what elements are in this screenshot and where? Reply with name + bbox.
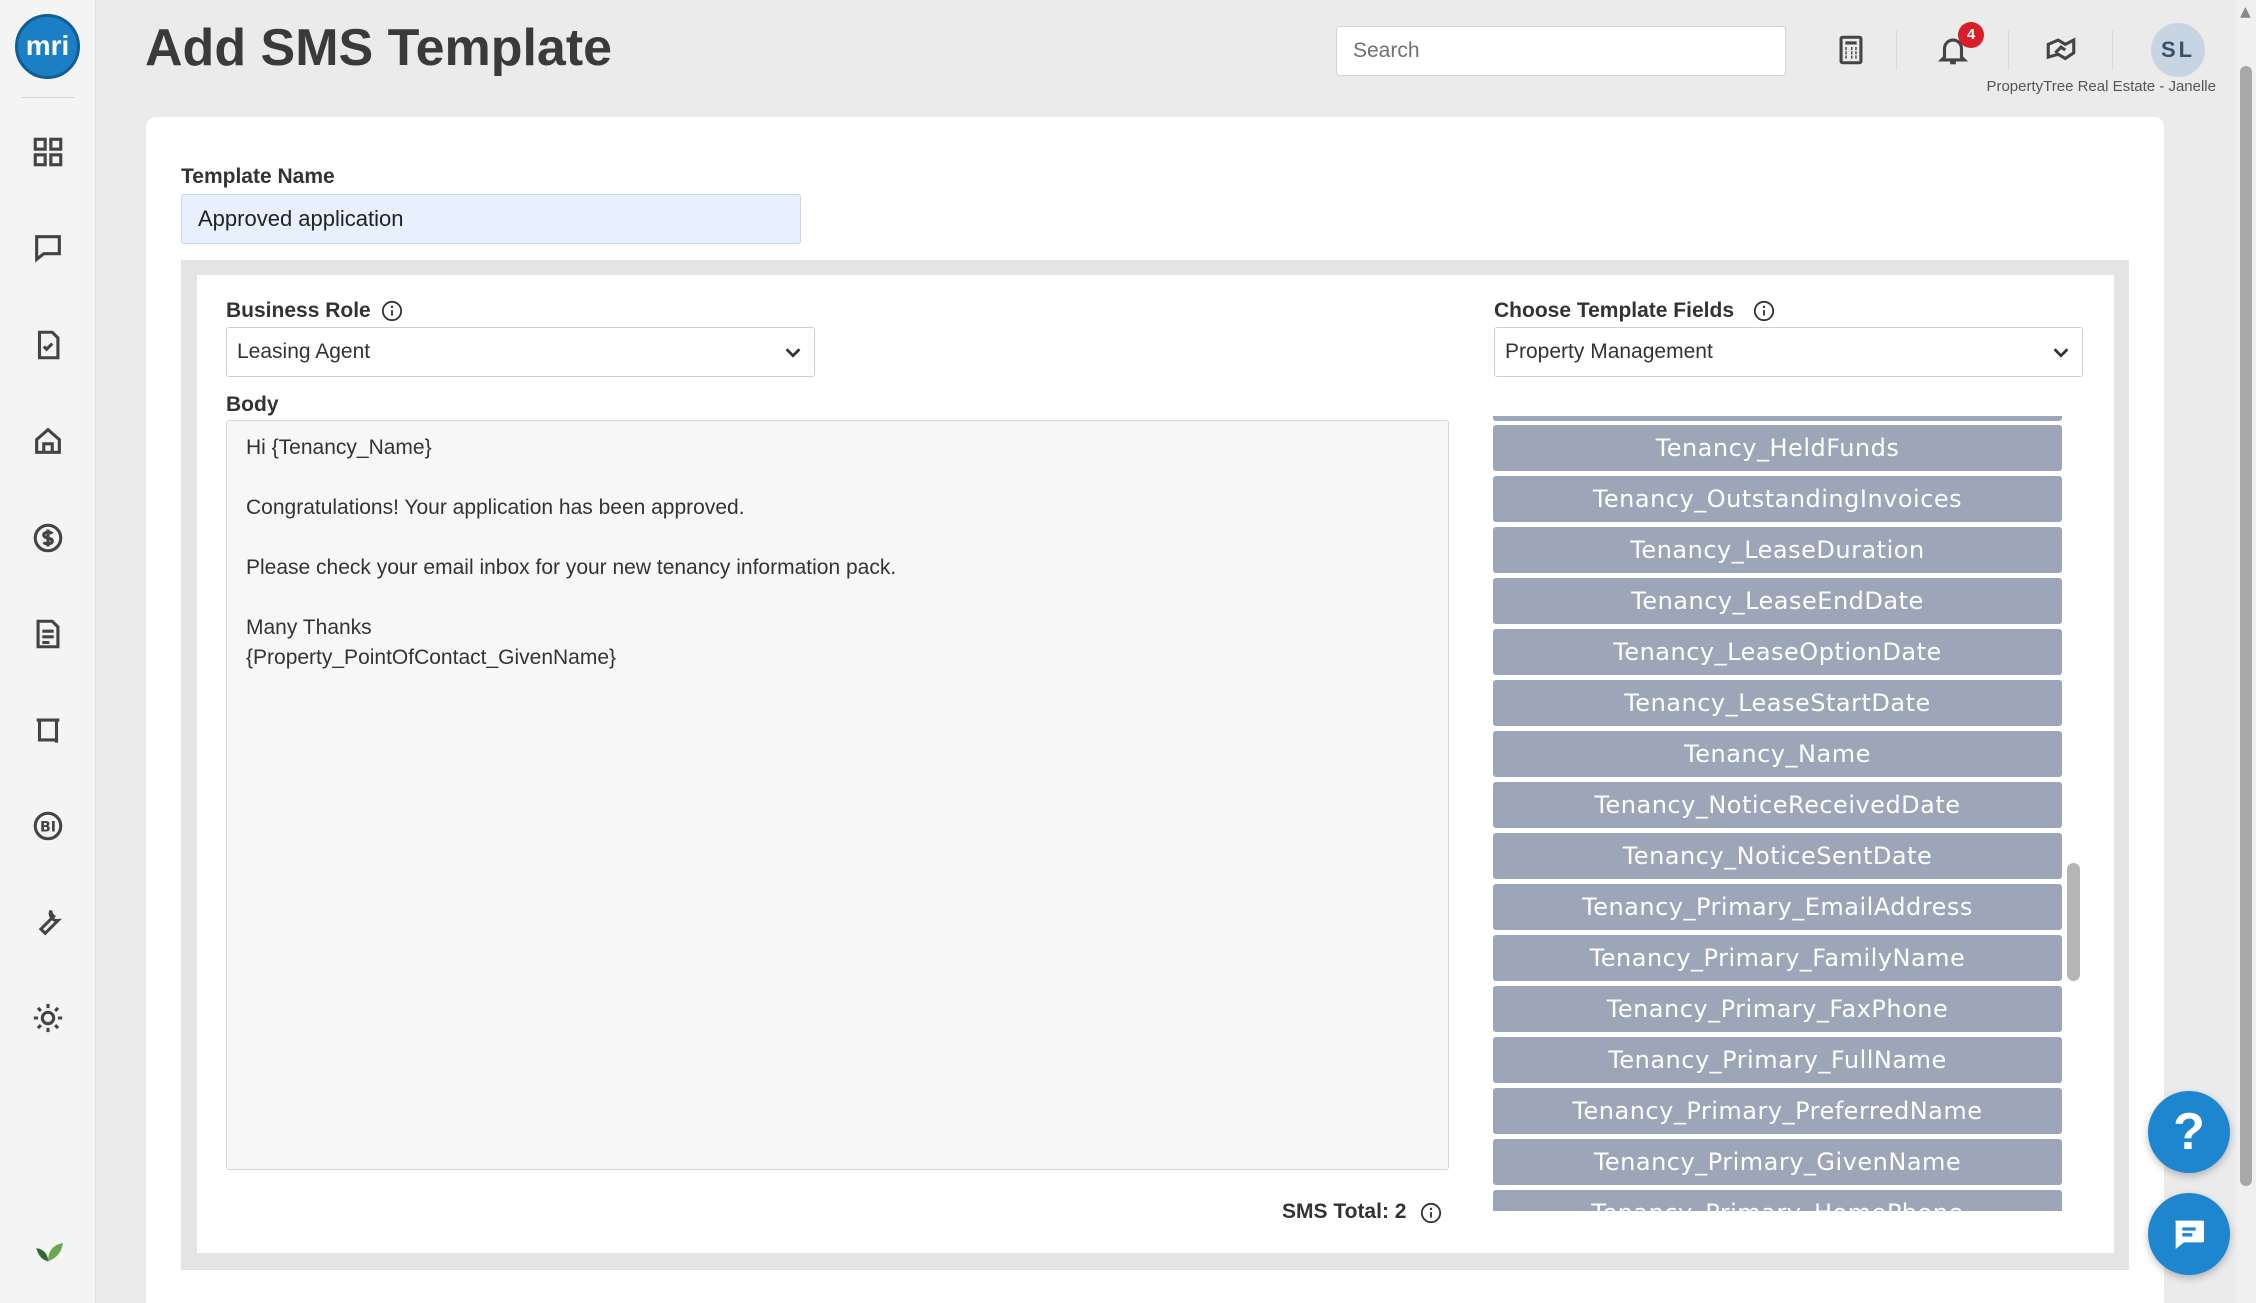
svg-text:BI: BI [40,820,56,836]
settings-icon[interactable] [28,998,68,1038]
header-separator [1896,30,1897,70]
property-icon[interactable] [28,421,68,461]
chevron-down-icon [785,348,801,358]
header-separator [2112,30,2113,70]
field-button[interactable]: Tenancy_Primary_HomePhone [1493,1190,2062,1211]
handshake-icon[interactable] [2039,28,2083,72]
field-button[interactable]: Tenancy_LeaseDuration [1493,527,2062,573]
search-input[interactable] [1336,26,1786,76]
user-caption: PropertyTree Real Estate - Janelle [1986,78,2216,95]
tools-icon[interactable] [28,902,68,942]
chevron-down-icon [2053,348,2069,358]
info-icon[interactable] [381,300,403,322]
info-icon[interactable] [1420,1202,1442,1224]
chat-bubble-icon [2175,1220,2204,1249]
template-name-input[interactable] [181,194,801,244]
bi-icon[interactable]: BI [28,806,68,846]
business-role-select[interactable]: Leasing Agent [226,327,815,377]
field-button[interactable]: Tenancy_NoticeSentDate [1493,833,2062,879]
field-button[interactable]: Tenancy_HeldFunds [1493,425,2062,471]
field-button[interactable]: Tenancy_Primary_FullName [1493,1037,2062,1083]
body-textarea[interactable]: Hi {Tenancy_Name} Congratulations! Your … [226,420,1449,1170]
tasks-icon[interactable] [28,325,68,365]
notification-badge: 4 [1958,22,1984,48]
scroll-up-icon[interactable]: ▲ [2240,4,2251,20]
template-field-list[interactable]: Tenancy_HeldFunds Tenancy_OutstandingInv… [1493,416,2083,1211]
header-separator [2008,30,2009,70]
help-button[interactable]: ? [2148,1091,2230,1173]
field-button[interactable]: Tenancy_Primary_PreferredName [1493,1088,2062,1134]
documents-icon[interactable] [28,614,68,654]
field-list-scrollbar[interactable] [2067,863,2080,981]
field-button[interactable]: Tenancy_Primary_GivenName [1493,1139,2062,1185]
field-button[interactable]: Tenancy_NoticeReceivedDate [1493,782,2062,828]
field-button[interactable]: Tenancy_Primary_EmailAddress [1493,884,2062,930]
chat-icon[interactable] [28,228,68,268]
field-button[interactable]: Tenancy_LeaseEndDate [1493,578,2062,624]
info-icon[interactable] [1753,300,1775,322]
calculator-icon[interactable] [1829,28,1873,72]
field-button[interactable]: Tenancy_LeaseOptionDate [1493,629,2062,675]
sidebar: mri BI [0,0,96,1303]
field-button[interactable]: Tenancy_Name [1493,731,2062,777]
page-title: Add SMS Template [145,19,613,77]
page-scrollbar-thumb[interactable] [2240,66,2252,1186]
field-button[interactable]: Tenancy_Primary_FamilyName [1493,935,2062,981]
mri-logo[interactable]: mri [15,14,80,79]
body-label: Body [226,393,279,416]
template-fields-label: Choose Template Fields [1494,299,1734,322]
leaf-icon [28,1228,68,1268]
business-role-label: Business Role [226,299,371,322]
field-button[interactable]: Tenancy_LeaseStartDate [1493,680,2062,726]
sms-total: SMS Total: 2 [1282,1200,1407,1223]
template-fields-select[interactable]: Property Management [1494,327,2083,377]
field-button[interactable]: Tenancy_Primary_FaxPhone [1493,986,2062,1032]
avatar[interactable]: SL [2151,23,2205,77]
template-name-label: Template Name [181,165,335,188]
money-icon[interactable] [28,518,68,558]
template-fields-value: Property Management [1505,340,1713,363]
field-button[interactable]: Tenancy_OutstandingInvoices [1493,476,2062,522]
business-role-value: Leasing Agent [237,340,371,363]
chat-button[interactable] [2148,1193,2230,1275]
dashboard-icon[interactable] [28,132,68,172]
sidebar-divider [22,97,74,98]
listings-icon[interactable] [28,710,68,750]
